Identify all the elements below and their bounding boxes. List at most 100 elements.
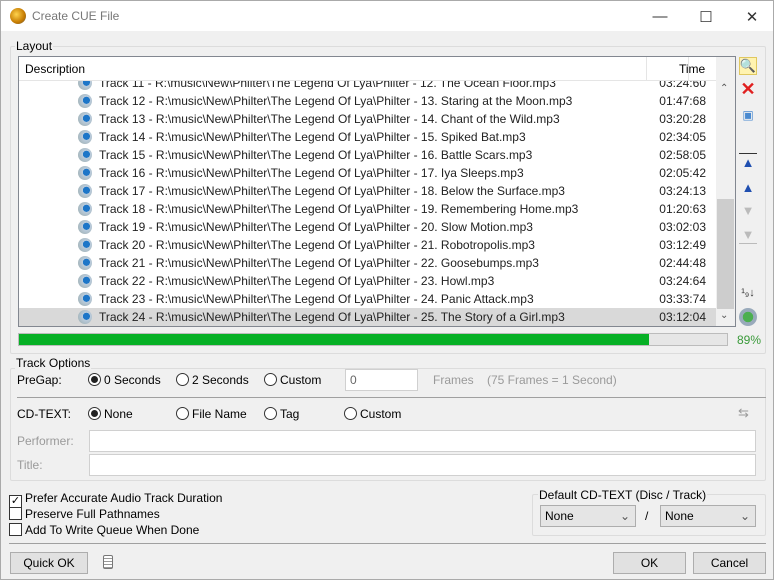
- scroll-up-arrow[interactable]: ⌃: [720, 83, 728, 94]
- title-bar: Create CUE File — ☐ ✕: [0, 0, 774, 31]
- notepad-icon[interactable]: [103, 555, 113, 569]
- audio-file-icon: [78, 130, 92, 144]
- add-files-icon[interactable]: 🔍: [739, 57, 757, 75]
- audio-file-icon: [78, 220, 92, 234]
- performer-input[interactable]: [89, 430, 756, 452]
- track-time: 01:20:63: [659, 202, 706, 216]
- prefer-accurate-checkbox[interactable]: ✓ Prefer Accurate Audio Track Duration: [9, 491, 222, 508]
- radio-icon: [264, 407, 277, 420]
- title-input[interactable]: [89, 454, 756, 476]
- track-description: Track 15 - R:\music\New\Philter\The Lege…: [99, 148, 533, 162]
- audio-file-icon: [78, 202, 92, 216]
- column-description[interactable]: Description: [25, 62, 85, 76]
- quick-ok-button[interactable]: Quick OK: [10, 552, 88, 574]
- track-row[interactable]: Track 22 - R:\music\New\Philter\The Lege…: [19, 272, 716, 290]
- cdtext-radio-none[interactable]: None: [88, 407, 133, 421]
- audio-file-icon: [78, 148, 92, 162]
- minimize-button[interactable]: —: [637, 1, 683, 32]
- track-time: 02:34:05: [659, 130, 706, 144]
- clear-icon[interactable]: ▣: [739, 106, 757, 124]
- cancel-button[interactable]: Cancel: [693, 552, 766, 574]
- ok-button[interactable]: OK: [613, 552, 686, 574]
- layout-legend: Layout: [15, 39, 54, 53]
- track-row[interactable]: Track 12 - R:\music\New\Philter\The Lege…: [19, 92, 716, 110]
- pregap-radio-custom[interactable]: Custom: [264, 373, 321, 387]
- preserve-paths-checkbox[interactable]: Preserve Full Pathnames: [9, 507, 160, 521]
- track-description: Track 18 - R:\music\New\Philter\The Lege…: [99, 202, 579, 216]
- track-row[interactable]: Track 15 - R:\music\New\Philter\The Lege…: [19, 146, 716, 164]
- vertical-scrollbar[interactable]: ⌃ ⌄: [716, 57, 735, 326]
- pregap-label: PreGap:: [17, 373, 62, 387]
- scroll-down-arrow[interactable]: ⌄: [720, 310, 728, 321]
- track-description: Track 22 - R:\music\New\Philter\The Lege…: [99, 274, 495, 288]
- track-row[interactable]: Track 14 - R:\music\New\Philter\The Lege…: [19, 128, 716, 146]
- track-row[interactable]: Track 19 - R:\music\New\Philter\The Lege…: [19, 218, 716, 236]
- track-description: Track 17 - R:\music\New\Philter\The Lege…: [99, 184, 565, 198]
- track-row[interactable]: Track 21 - R:\music\New\Philter\The Lege…: [19, 254, 716, 272]
- select-separator: /: [645, 509, 649, 523]
- track-row[interactable]: Track 16 - R:\music\New\Philter\The Lege…: [19, 164, 716, 182]
- track-time: 03:24:13: [659, 184, 706, 198]
- performer-label: Performer:: [17, 434, 74, 448]
- checkbox-label: Preserve Full Pathnames: [25, 507, 160, 521]
- radio-icon: [176, 407, 189, 420]
- app-icon: [10, 8, 26, 24]
- checkbox-label: Prefer Accurate Audio Track Duration: [25, 491, 223, 505]
- column-divider: [688, 57, 689, 81]
- checkbox-icon: [9, 523, 22, 536]
- track-time: 03:20:28: [659, 112, 706, 126]
- track-description: Track 16 - R:\music\New\Philter\The Lege…: [99, 166, 524, 180]
- column-time[interactable]: Time: [679, 62, 705, 76]
- frames-label: Frames: [433, 373, 474, 387]
- remove-icon[interactable]: ✕: [739, 79, 757, 99]
- radio-icon: [88, 373, 101, 386]
- chevron-down-icon: ⌄: [619, 509, 630, 523]
- audio-file-icon: [78, 94, 92, 108]
- track-description: Track 24 - R:\music\New\Philter\The Lege…: [99, 310, 565, 324]
- track-description: Track 21 - R:\music\New\Philter\The Lege…: [99, 256, 539, 270]
- radio-icon: [344, 407, 357, 420]
- select-value: None: [665, 509, 694, 523]
- pregap-radio-0[interactable]: 0 Seconds: [88, 373, 161, 387]
- maximize-button[interactable]: ☐: [683, 1, 729, 32]
- track-description: Track 23 - R:\music\New\Philter\The Lege…: [99, 292, 534, 306]
- radio-icon: [88, 407, 101, 420]
- track-row[interactable]: Track 20 - R:\music\New\Philter\The Lege…: [19, 236, 716, 254]
- sort-icon[interactable]: ¹₉↓: [739, 284, 757, 302]
- track-description: Track 13 - R:\music\New\Philter\The Lege…: [99, 112, 560, 126]
- select-value: None: [545, 509, 574, 523]
- track-list[interactable]: Description Time Track 11 - R:\music\New…: [18, 56, 736, 327]
- track-row[interactable]: Track 24 - R:\music\New\Philter\The Lege…: [19, 308, 716, 326]
- radio-label: Tag: [280, 407, 300, 421]
- track-row[interactable]: Track 23 - R:\music\New\Philter\The Lege…: [19, 290, 716, 308]
- divider: [17, 397, 766, 398]
- track-row[interactable]: Track 17 - R:\music\New\Philter\The Lege…: [19, 182, 716, 200]
- track-description: Track 20 - R:\music\New\Philter\The Lege…: [99, 238, 535, 252]
- track-time: 03:33:74: [659, 292, 706, 306]
- cdtext-radio-custom[interactable]: Custom: [344, 407, 401, 421]
- audio-file-icon: [78, 292, 92, 306]
- audio-file-icon: [78, 256, 92, 270]
- disc-cdtext-select[interactable]: None ⌄: [540, 505, 636, 527]
- add-queue-checkbox[interactable]: Add To Write Queue When Done: [9, 523, 199, 537]
- track-row[interactable]: Track 13 - R:\music\New\Philter\The Lege…: [19, 110, 716, 128]
- move-up-icon[interactable]: ▲: [739, 178, 757, 196]
- track-row[interactable]: Track 18 - R:\music\New\Philter\The Lege…: [19, 200, 716, 218]
- divider: [9, 543, 766, 544]
- audio-file-icon: [78, 310, 92, 324]
- move-top-icon[interactable]: ▲: [739, 153, 757, 171]
- default-cdtext-legend: Default CD-TEXT (Disc / Track): [538, 488, 708, 502]
- track-description: Track 19 - R:\music\New\Philter\The Lege…: [99, 220, 533, 234]
- track-cdtext-select[interactable]: None ⌄: [660, 505, 756, 527]
- audio-file-icon: [78, 184, 92, 198]
- cdtext-radio-filename[interactable]: File Name: [176, 407, 247, 421]
- pregap-radio-2[interactable]: 2 Seconds: [176, 373, 249, 387]
- window-title: Create CUE File: [32, 9, 120, 23]
- close-button[interactable]: ✕: [729, 1, 774, 32]
- frames-input[interactable]: [345, 369, 418, 391]
- cdtext-radio-tag[interactable]: Tag: [264, 407, 299, 421]
- audio-file-icon: [78, 166, 92, 180]
- refresh-icon[interactable]: [739, 308, 757, 326]
- track-time: 03:12:04: [659, 310, 706, 324]
- scroll-thumb[interactable]: [717, 199, 734, 309]
